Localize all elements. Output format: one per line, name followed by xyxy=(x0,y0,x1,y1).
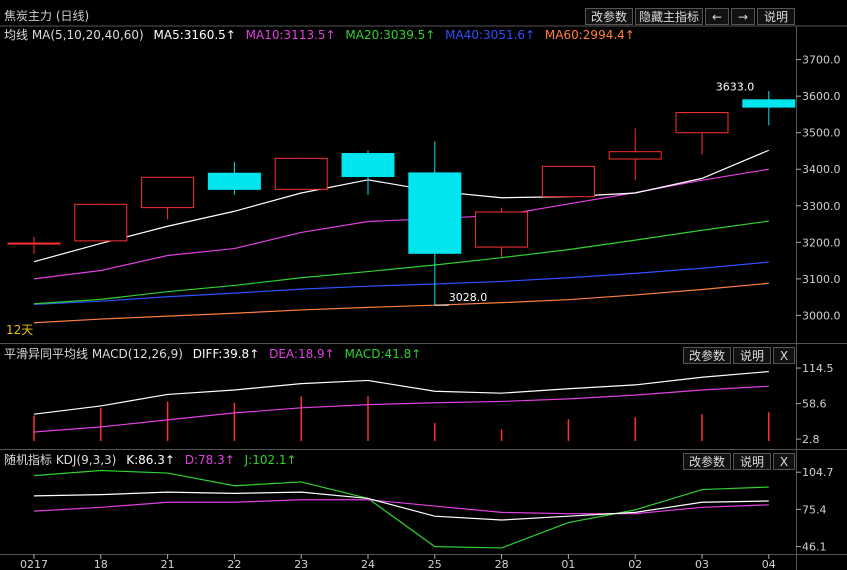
kdj-k-line xyxy=(33,491,769,521)
candle-body-up xyxy=(7,242,61,245)
y-tick-label: 75.4 xyxy=(802,503,827,516)
x-tick-label: 03 xyxy=(695,558,709,570)
candle-body-up xyxy=(141,176,195,209)
y-tick-label: 3500.0 xyxy=(802,127,841,140)
x-tick-label: 24 xyxy=(361,558,375,570)
ma-line-ma60 xyxy=(33,282,769,324)
x-tick-label: 02 xyxy=(628,558,642,570)
kdj-d-line xyxy=(33,499,769,515)
y-tick-label: 114.5 xyxy=(802,362,834,375)
y-tick-label: 58.6 xyxy=(802,398,827,411)
x-tick-label: 25 xyxy=(428,558,442,570)
chart-canvas[interactable]: 3000.0 3100.0 3200.0 3300.0 3400.0 3500.0 3600… xyxy=(0,0,847,570)
y-tick-label: 3400.0 xyxy=(802,163,841,176)
x-tick-label: 28 xyxy=(495,558,509,570)
candle-body-up xyxy=(608,151,662,160)
ma-line-ma20 xyxy=(33,220,769,305)
y-tick-label: 3300.0 xyxy=(802,200,841,213)
x-tick-label: 01 xyxy=(561,558,575,570)
candle-body-down xyxy=(207,172,261,190)
high-price-annotation: 3633.0 xyxy=(716,81,755,94)
y-tick-label: 3600.0 xyxy=(802,90,841,103)
y-tick-label: 3000.0 xyxy=(802,309,841,322)
candle-body-up xyxy=(475,211,529,248)
y-tick-label: 3100.0 xyxy=(802,273,841,286)
y-tick-label: 3200.0 xyxy=(802,236,841,249)
low-price-annotation: 3028.0 xyxy=(449,291,488,304)
y-tick-label: 46.1 xyxy=(802,541,827,554)
y-tick-label: 3700.0 xyxy=(802,54,841,67)
candle-body-down xyxy=(408,172,462,254)
y-tick-label: 2.8 xyxy=(802,433,820,446)
candle-body-up xyxy=(74,203,128,242)
x-tick-label: 21 xyxy=(161,558,175,570)
candle-body-down xyxy=(341,153,395,178)
candle-body-up xyxy=(274,157,328,190)
y-tick-label: 104.7 xyxy=(802,466,834,479)
x-tick-label: 18 xyxy=(94,558,108,570)
candle-body-up xyxy=(541,165,595,198)
x-tick-label: 23 xyxy=(294,558,308,570)
candle-body-up xyxy=(675,112,729,134)
candle-body-down xyxy=(742,99,796,108)
x-tick-label: 04 xyxy=(762,558,776,570)
dea-line xyxy=(33,385,769,433)
x-tick-label: 0217 xyxy=(20,558,48,570)
x-tick-label: 22 xyxy=(227,558,241,570)
